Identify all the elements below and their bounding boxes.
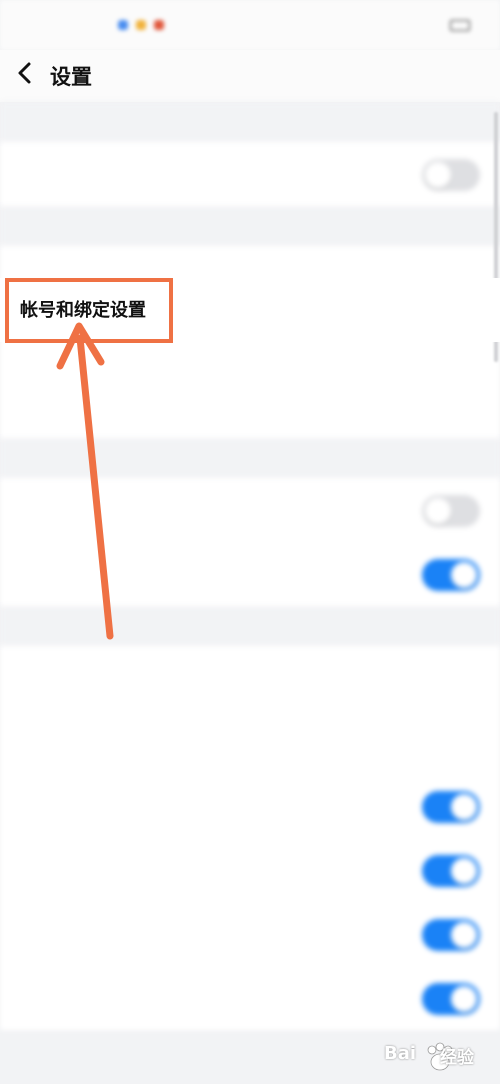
notification-icon: [136, 20, 146, 30]
notification-icon: [154, 20, 164, 30]
settings-list: [0, 102, 500, 1084]
section-header: [0, 438, 500, 478]
back-arrow-icon[interactable]: [12, 60, 38, 86]
notification-icon: [118, 20, 128, 30]
settings-row[interactable]: [0, 710, 500, 774]
toggle-switch[interactable]: [422, 919, 480, 951]
settings-row[interactable]: [0, 542, 500, 606]
highlight-box: [5, 278, 173, 343]
toggle-knob: [451, 922, 477, 948]
app-header: 设置: [0, 50, 500, 102]
watermark-text: 经验: [440, 1048, 474, 1068]
toggle-knob: [425, 498, 451, 524]
toggle-switch[interactable]: [422, 495, 480, 527]
page-title: 设置: [50, 65, 92, 89]
settings-row[interactable]: [0, 838, 500, 902]
toggle-knob: [451, 858, 477, 884]
toggle-switch[interactable]: [422, 855, 480, 887]
section-header: [0, 206, 500, 246]
toggle-knob: [451, 986, 477, 1012]
toggle-switch[interactable]: [422, 559, 480, 591]
battery-icon: [450, 20, 470, 31]
toggle-knob: [425, 162, 451, 188]
section-header: [0, 606, 500, 646]
section-header: [0, 102, 500, 142]
settings-row[interactable]: [0, 142, 500, 206]
toggle-switch[interactable]: [422, 791, 480, 823]
toggle-knob: [451, 794, 477, 820]
watermark-text: Bai: [384, 1043, 417, 1064]
status-bar: [0, 0, 500, 50]
toggle-knob: [451, 562, 477, 588]
settings-row[interactable]: [0, 374, 500, 438]
settings-row[interactable]: [0, 646, 500, 710]
settings-row[interactable]: [0, 478, 500, 542]
toggle-switch[interactable]: [422, 159, 480, 191]
toggle-switch[interactable]: [422, 983, 480, 1015]
settings-row[interactable]: [0, 966, 500, 1030]
settings-row[interactable]: [0, 774, 500, 838]
settings-row[interactable]: [0, 902, 500, 966]
